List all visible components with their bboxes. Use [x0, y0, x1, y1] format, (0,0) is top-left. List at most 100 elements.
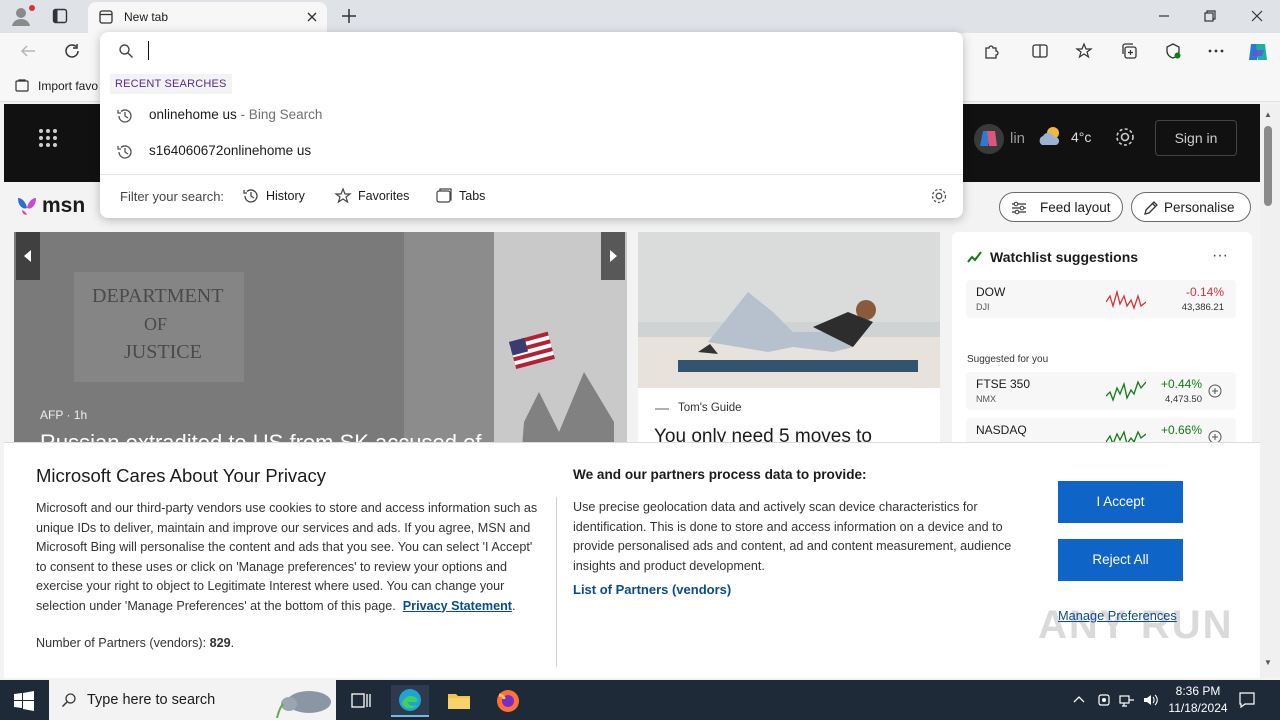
recent-searches-header: RECENT SEARCHES: [110, 74, 232, 94]
copilot-icon[interactable]: [1246, 40, 1270, 64]
hero-source: AFP · 1h: [40, 408, 88, 422]
recent-search-text: onlinehome us: [149, 107, 237, 122]
tab-title: New tab: [124, 10, 169, 24]
address-bar-input[interactable]: [144, 38, 924, 64]
stock-exchange: DJI: [976, 302, 990, 312]
network-icon[interactable]: [1119, 692, 1135, 708]
personalise-label: Personalise: [1164, 200, 1235, 215]
manatee-search-highlight-icon: [276, 691, 331, 718]
browser-essentials-icon[interactable]: [1164, 42, 1182, 60]
stock-row-ftse[interactable]: FTSE 350 NMX +0.44% 4,473.50: [966, 372, 1236, 410]
stock-exchange: NMX: [976, 394, 996, 404]
story-source-logo: [655, 408, 669, 410]
text-caret: [148, 41, 149, 60]
carousel-next-icon[interactable]: [601, 232, 625, 280]
page-settings-gear-icon[interactable]: [1114, 126, 1136, 148]
reject-all-button[interactable]: Reject All: [1058, 539, 1183, 581]
privacy-description: Use precise geolocation data and activel…: [573, 500, 1012, 573]
personalise-button[interactable]: Personalise: [1131, 192, 1251, 222]
manage-preferences-link[interactable]: Manage Preferences: [1058, 608, 1177, 623]
carousel-prev-icon[interactable]: [16, 232, 40, 280]
favorites-star-icon[interactable]: [1075, 42, 1093, 60]
windows-start-icon[interactable]: [14, 691, 34, 711]
privacy-separator: [556, 497, 557, 667]
privacy-consent-banner: Microsoft Cares About Your Privacy Micro…: [4, 442, 1260, 678]
scroll-down-icon[interactable]: ▼: [1264, 658, 1272, 667]
suggested-label: Suggested for you: [967, 354, 1049, 365]
privacy-body: Microsoft and our third-party vendors us…: [36, 501, 538, 613]
volume-icon[interactable]: [1142, 692, 1158, 708]
split-screen-icon[interactable]: [1031, 42, 1049, 60]
firefox-icon[interactable]: [489, 685, 527, 717]
taskbar-search-placeholder: Type here to search: [87, 692, 216, 708]
privacy-statement-link[interactable]: Privacy Statement: [403, 599, 512, 613]
svg-text:JUSTICE: JUSTICE: [124, 341, 202, 363]
partner-count-label: Number of Partners (vendors):: [36, 636, 207, 650]
personalise-pen-icon: [1144, 201, 1158, 215]
temperature-label[interactable]: 4°c: [1071, 129, 1091, 145]
minimize-icon[interactable]: [1156, 8, 1172, 24]
history-clock-icon: [117, 109, 132, 123]
import-favorites-link[interactable]: Import favo: [38, 79, 98, 93]
refresh-icon[interactable]: [63, 42, 81, 60]
svg-text:DEPARTMENT: DEPARTMENT: [92, 285, 223, 307]
extensions-icon[interactable]: [983, 42, 1001, 60]
recent-search-item[interactable]: onlinehome us - Bing Search: [100, 98, 963, 132]
taskbar-edge-button[interactable]: [391, 685, 429, 717]
bing-copilot-icon[interactable]: [974, 124, 1004, 154]
stock-name: FTSE 350: [976, 377, 1031, 391]
import-favorites-icon: [15, 79, 29, 92]
tray-overflow-chevron-icon[interactable]: [1071, 692, 1087, 708]
scroll-thumb[interactable]: [1264, 126, 1272, 206]
profile-notification-dot: [29, 5, 35, 11]
stock-row-dow[interactable]: DOW DJI -0.14% 43,386.21: [966, 280, 1236, 318]
tab-new-tab[interactable]: New tab: [88, 2, 327, 33]
sign-in-button[interactable]: Sign in: [1155, 120, 1237, 156]
recent-search-suffix: - Bing Search: [236, 107, 323, 122]
accept-button[interactable]: I Accept: [1058, 481, 1183, 523]
stocks-trend-icon: [967, 251, 982, 263]
history-clock-icon: [117, 145, 132, 159]
restore-icon[interactable]: [1202, 8, 1218, 24]
privacy-title: Microsoft Cares About Your Privacy: [36, 465, 326, 486]
stock-name: NASDAQ: [976, 423, 1027, 437]
clock-time[interactable]: 8:36 PM: [1160, 684, 1236, 698]
search-settings-gear-icon[interactable]: [930, 187, 948, 205]
new-tab-page-icon: [99, 10, 113, 24]
page-scrollbar[interactable]: ▲ ▼: [1260, 104, 1280, 678]
apps-grid-icon[interactable]: [38, 128, 58, 148]
back-arrow-icon[interactable]: [19, 42, 37, 60]
feed-layout-button[interactable]: Feed layout: [999, 192, 1123, 222]
tab-actions-icon[interactable]: [52, 8, 68, 24]
watchlist-title: Watchlist suggestions: [990, 249, 1139, 265]
partner-count: Number of Partners (vendors): 829.: [36, 636, 235, 650]
story-image: [638, 232, 940, 388]
close-tab-icon[interactable]: [305, 10, 319, 24]
clock-date[interactable]: 11/18/2024: [1160, 701, 1236, 715]
filter-history-label: History: [266, 189, 305, 203]
stock-change: -0.14%: [1185, 285, 1224, 299]
list-of-partners-link[interactable]: List of Partners (vendors): [573, 582, 731, 597]
search-icon: [119, 44, 133, 58]
taskbar-search-box[interactable]: Type here to search: [49, 680, 336, 720]
stock-price: 43,386.21: [1181, 302, 1224, 313]
close-window-icon[interactable]: [1249, 8, 1265, 24]
collections-icon[interactable]: [1120, 42, 1138, 60]
stock-change: +0.44%: [1160, 377, 1202, 391]
stock-sparkline: [1106, 289, 1146, 310]
new-tab-plus-icon[interactable]: [340, 7, 358, 25]
bing-label[interactable]: lin: [1010, 130, 1025, 147]
add-to-watchlist-icon[interactable]: [1208, 384, 1222, 398]
more-options-icon[interactable]: [1207, 42, 1225, 60]
dropdown-divider: [100, 174, 963, 175]
watchlist-more-button[interactable]: ···: [1212, 247, 1228, 265]
scroll-up-icon[interactable]: ▲: [1264, 110, 1272, 119]
file-explorer-icon[interactable]: [440, 685, 478, 717]
weather-cloud-icon[interactable]: [1037, 125, 1065, 149]
task-view-icon[interactable]: [342, 685, 380, 717]
stock-change: +0.66%: [1160, 423, 1202, 437]
recent-search-item[interactable]: s164060672onlinehome us: [100, 134, 963, 168]
privacy-body-text: Microsoft and our third-party vendors us…: [36, 501, 538, 613]
notification-center-icon[interactable]: [1238, 691, 1256, 709]
tray-device-icon[interactable]: [1096, 692, 1112, 708]
